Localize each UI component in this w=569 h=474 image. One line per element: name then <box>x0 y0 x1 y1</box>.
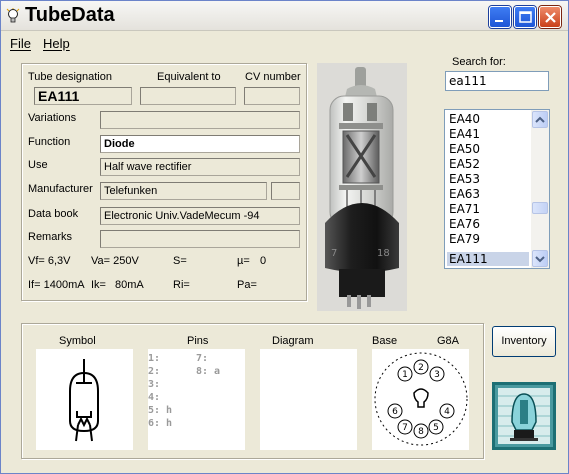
tube-designation-field[interactable]: EA111 <box>34 87 132 105</box>
chevron-down-icon <box>535 256 545 263</box>
window-title: TubeData <box>25 4 115 26</box>
base-box: 1 2 3 4 5 6 7 8 <box>372 349 469 450</box>
diagram-box <box>260 349 357 450</box>
list-item[interactable]: EA52 <box>447 157 529 171</box>
pa-value: Pa= <box>237 279 257 291</box>
list-item[interactable]: EA50 <box>447 142 529 156</box>
list-item[interactable]: EA63 <box>447 187 529 201</box>
base-pin-label: 7 <box>402 423 408 433</box>
menu-bar: File Help <box>1 32 568 54</box>
tube-listbox[interactable]: EA40 EA41 EA50 EA52 EA53 EA63 EA71 EA76 … <box>444 109 550 269</box>
tube-designation-label: Tube designation <box>28 71 112 83</box>
inventory-button[interactable]: Inventory <box>492 326 556 357</box>
ik-value: 80mA <box>115 279 144 291</box>
search-label: Search for: <box>452 56 506 68</box>
scroll-down-button[interactable] <box>532 250 548 267</box>
pin-entry: 8: a <box>196 366 221 377</box>
pin-entry: 4: <box>148 392 161 403</box>
minimize-icon <box>495 20 503 22</box>
variations-field[interactable] <box>100 111 300 129</box>
mu-label: µ= <box>237 255 250 267</box>
scroll-up-button[interactable] <box>532 111 548 128</box>
manufacturer-extra-field[interactable] <box>271 182 300 200</box>
function-field[interactable]: Diode <box>100 135 300 153</box>
base-pin-label: 8 <box>418 427 424 437</box>
list-item-selected[interactable]: EA111 <box>447 252 529 266</box>
list-item[interactable]: EA40 <box>447 112 529 126</box>
vf-value: Vf= 6,3V <box>28 255 71 267</box>
title-bar[interactable]: TubeData <box>1 1 568 31</box>
photo-mark-left: 7 <box>331 248 337 259</box>
menu-file[interactable]: File <box>10 36 31 51</box>
list-item[interactable]: EA79 <box>447 232 529 246</box>
cv-number-field[interactable] <box>244 87 300 105</box>
maximize-icon <box>519 11 532 23</box>
pin-entry: 2: <box>148 366 161 377</box>
scroll-thumb[interactable] <box>532 202 548 214</box>
minimize-button[interactable] <box>489 6 511 28</box>
remarks-label: Remarks <box>28 231 73 243</box>
s-value: S= <box>173 255 187 267</box>
manufacturer-field[interactable]: Telefunken <box>100 182 267 200</box>
cv-number-label: CV number <box>245 71 301 83</box>
pin-entry: 1: <box>148 353 161 364</box>
search-input[interactable] <box>445 71 549 91</box>
equivalent-to-label: Equivalent to <box>157 71 221 83</box>
va-value: Va= 250V <box>91 255 139 267</box>
data-book-field[interactable]: Electronic Univ.VadeMecum -94 <box>100 207 300 225</box>
tube-photo: 7 18 <box>317 63 407 311</box>
list-scrollbar[interactable] <box>531 110 549 268</box>
list-item[interactable]: EA76 <box>447 217 529 231</box>
base-pin-label: 6 <box>392 407 398 417</box>
if-value: If= 1400mA <box>28 279 85 291</box>
manufacturer-label: Manufacturer <box>28 183 93 195</box>
list-item[interactable]: EA53 <box>447 172 529 186</box>
diagram-label: Diagram <box>272 335 314 347</box>
pins-left-column: 1: 2: 3: 4: 5: h 6: h <box>148 352 172 430</box>
close-icon <box>545 12 556 23</box>
base-pin-label: 1 <box>402 370 408 380</box>
ik-label: Ik= <box>91 279 106 291</box>
base-label: Base <box>372 335 398 347</box>
variations-label: Variations <box>28 112 77 124</box>
tube-logo-icon <box>492 382 556 450</box>
symbol-box <box>36 349 133 450</box>
mu-value: 0 <box>260 255 267 267</box>
menu-help[interactable]: Help <box>43 36 70 51</box>
photo-mark-right: 18 <box>377 248 390 259</box>
list-item[interactable]: EA41 <box>447 127 529 141</box>
pins-label: Pins <box>187 335 209 347</box>
pins-right-column: 7: 8: a <box>196 352 220 378</box>
use-label: Use <box>28 159 48 171</box>
main-window: TubeData File Help Tube designation Equi… <box>0 0 569 474</box>
pin-entry: 3: <box>148 379 161 390</box>
diode-symbol-icon <box>69 359 99 442</box>
pin-entry: 6: h <box>148 418 173 429</box>
base-pinout-icon: 1 2 3 4 5 6 7 8 <box>374 352 468 446</box>
data-book-label: Data book <box>28 208 79 220</box>
symbol-label: Symbol <box>59 335 96 347</box>
pin-entry: 5: h <box>148 405 173 416</box>
pin-entry: 7: <box>196 353 209 364</box>
base-pin-label: 3 <box>434 370 440 380</box>
chevron-up-icon <box>535 116 545 123</box>
pins-box: 1: 2: 3: 4: 5: h 6: h 7: 8: a <box>148 349 245 450</box>
list-item[interactable]: EA71 <box>447 202 529 216</box>
ri-value: Ri= <box>173 279 190 291</box>
function-label: Function <box>28 136 71 148</box>
use-field[interactable]: Half wave rectifier <box>100 158 300 176</box>
remarks-field[interactable] <box>100 230 300 248</box>
base-type-label: G8A <box>437 335 460 347</box>
equivalent-to-field[interactable] <box>140 87 236 105</box>
tubedata-logo <box>492 382 556 450</box>
base-pin-label: 2 <box>418 363 424 373</box>
base-pin-label: 5 <box>433 423 439 433</box>
close-button[interactable] <box>539 6 561 28</box>
lightbulb-icon <box>6 8 20 23</box>
maximize-button[interactable] <box>514 6 536 28</box>
base-pin-label: 4 <box>444 407 450 417</box>
tube-image: 7 18 <box>317 63 407 311</box>
